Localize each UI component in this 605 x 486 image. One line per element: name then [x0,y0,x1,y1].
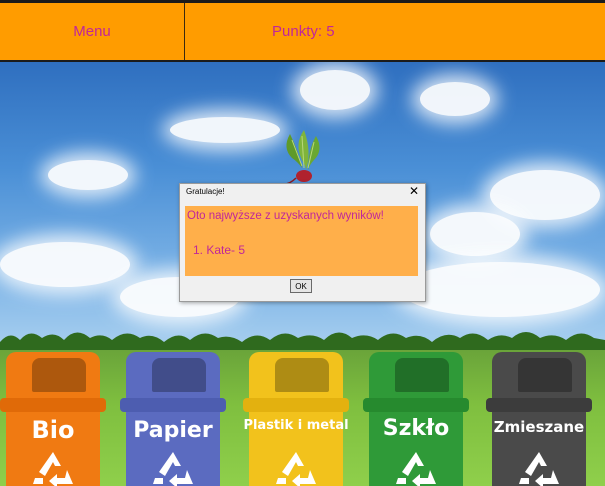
dialog-message: Oto najwyższe z uzyskanych wyników! [187,210,384,222]
cloud [490,170,600,220]
cloud [300,70,370,110]
cloud [0,242,130,287]
cloud [400,262,600,317]
bin-opening [395,358,449,392]
close-icon[interactable]: ✕ [409,184,419,198]
dialog-title: Gratulacje! [186,187,225,196]
bin-rim [486,398,592,412]
cloud [170,117,280,143]
bin-label: Plastik i metal [243,418,349,433]
bin-opening [275,358,329,392]
bin-label: Papier [133,418,213,443]
recycle-icon [276,452,316,486]
top-bar: Menu Punkty: 5 [0,0,605,62]
bin-rim [363,398,469,412]
bin-rim [0,398,106,412]
menu-button[interactable]: Menu [0,3,185,60]
bin-rim [243,398,349,412]
bin-opening [32,358,86,392]
ok-button[interactable]: OK [290,279,312,293]
cloud [420,82,490,116]
bin-opening [152,358,206,392]
highscore-dialog: Gratulacje! ✕ Oto najwyższe z uzyskanych… [179,183,426,302]
bin-rim [120,398,226,412]
bin-opening [518,358,572,392]
recycle-icon [519,452,559,486]
bin-label: Bio [31,416,75,444]
beet-icon[interactable] [280,128,328,188]
score-display: Punkty: 5 [272,23,335,40]
recycle-icon [33,452,73,486]
bin-label: Zmieszane [493,418,585,436]
dialog-message-panel: Oto najwyższe z uzyskanych wyników! 1. K… [185,206,418,276]
recycle-icon [396,452,436,486]
bin-label: Szkło [382,416,450,441]
recycle-icon [153,452,193,486]
highscore-entry: 1. Kate- 5 [193,243,246,257]
cloud [48,160,128,190]
cloud [430,212,520,256]
